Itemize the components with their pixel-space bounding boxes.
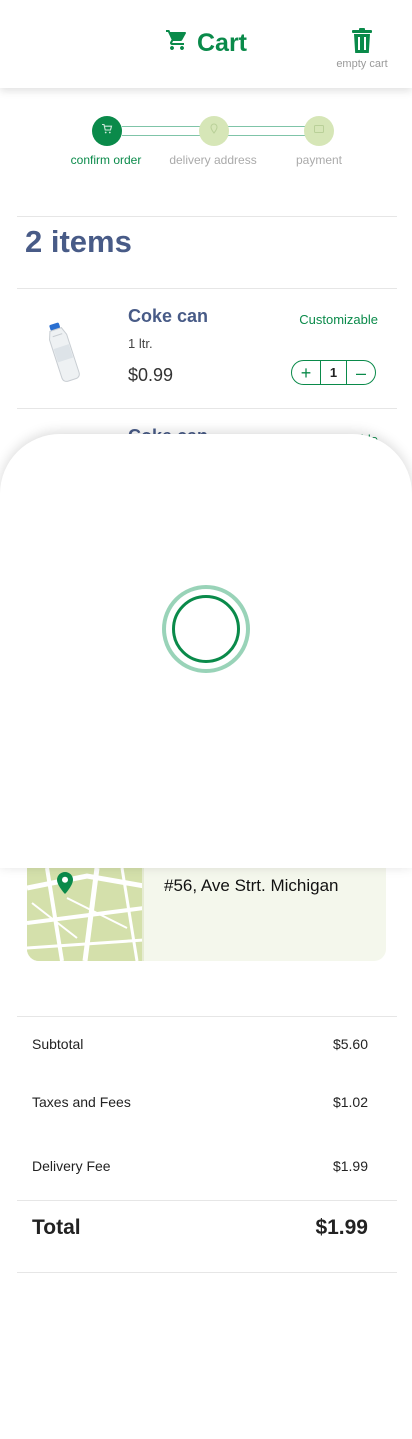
quantity-value: 1 — [320, 361, 347, 384]
location-pin-icon — [57, 872, 73, 894]
location-pin-icon — [208, 122, 220, 140]
page-title: Cart — [165, 28, 247, 59]
divider — [17, 1272, 397, 1273]
customizable-link[interactable]: Customizable — [299, 312, 378, 327]
loading-spinner — [162, 585, 250, 673]
cart-icon — [101, 122, 113, 140]
total-row: Total $1.99 — [32, 1216, 368, 1240]
delivery-address-card[interactable]: #56, Ave Strt. Michigan — [27, 868, 386, 961]
step-label-confirm-order: confirm order — [70, 153, 142, 167]
decrease-quantity-button[interactable]: – — [347, 362, 375, 384]
subtotal-value: $5.60 — [332, 1036, 368, 1052]
address-text: #56, Ave Strt. Michigan — [164, 876, 339, 895]
page-title-text: Cart — [197, 29, 248, 57]
loading-overlay — [0, 434, 412, 868]
divider — [17, 1016, 397, 1017]
step-delivery-address[interactable] — [199, 116, 229, 146]
cart-item: Coke can 1 ltr. $0.99 Customizable + 1 – — [17, 288, 397, 408]
map-thumbnail — [27, 868, 144, 961]
item-price: $0.99 — [128, 365, 174, 385]
delivery-fee-label: Delivery Fee — [32, 1158, 111, 1174]
items-count: 2 items — [25, 224, 132, 259]
taxes-value: $1.02 — [332, 1094, 368, 1110]
step-confirm-order[interactable] — [92, 116, 122, 146]
step-label-delivery-address: delivery address — [169, 153, 257, 167]
step-payment[interactable] — [304, 116, 334, 146]
trash-icon — [330, 28, 394, 54]
product-image — [45, 320, 83, 384]
step-label-payment: payment — [295, 153, 343, 167]
divider — [17, 216, 397, 217]
quantity-stepper: + 1 – — [291, 360, 376, 385]
increase-quantity-button[interactable]: + — [292, 362, 320, 384]
taxes-label: Taxes and Fees — [32, 1094, 131, 1110]
item-name: Coke can — [128, 306, 209, 326]
subtotal-row: Subtotal $5.60 — [32, 1036, 368, 1052]
cart-icon — [165, 28, 189, 59]
empty-cart-button[interactable]: empty cart — [330, 28, 394, 70]
empty-cart-label: empty cart — [336, 58, 388, 70]
step-connector — [122, 126, 200, 136]
divider — [17, 1200, 397, 1201]
loading-spinner-inner-ring — [172, 595, 240, 663]
step-connector — [228, 126, 306, 136]
subtotal-label: Subtotal — [32, 1036, 84, 1052]
checkout-stepper: confirm order delivery address payment — [0, 112, 412, 182]
total-value: $1.99 — [315, 1216, 368, 1239]
item-size: 1 ltr. — [128, 336, 153, 351]
total-label: Total — [32, 1216, 81, 1239]
wallet-icon — [313, 122, 325, 140]
delivery-fee-row: Delivery Fee $1.99 — [32, 1158, 368, 1174]
taxes-row: Taxes and Fees $1.02 — [32, 1094, 368, 1110]
delivery-fee-value: $1.99 — [332, 1158, 368, 1174]
app-header: Cart empty cart — [0, 0, 412, 88]
